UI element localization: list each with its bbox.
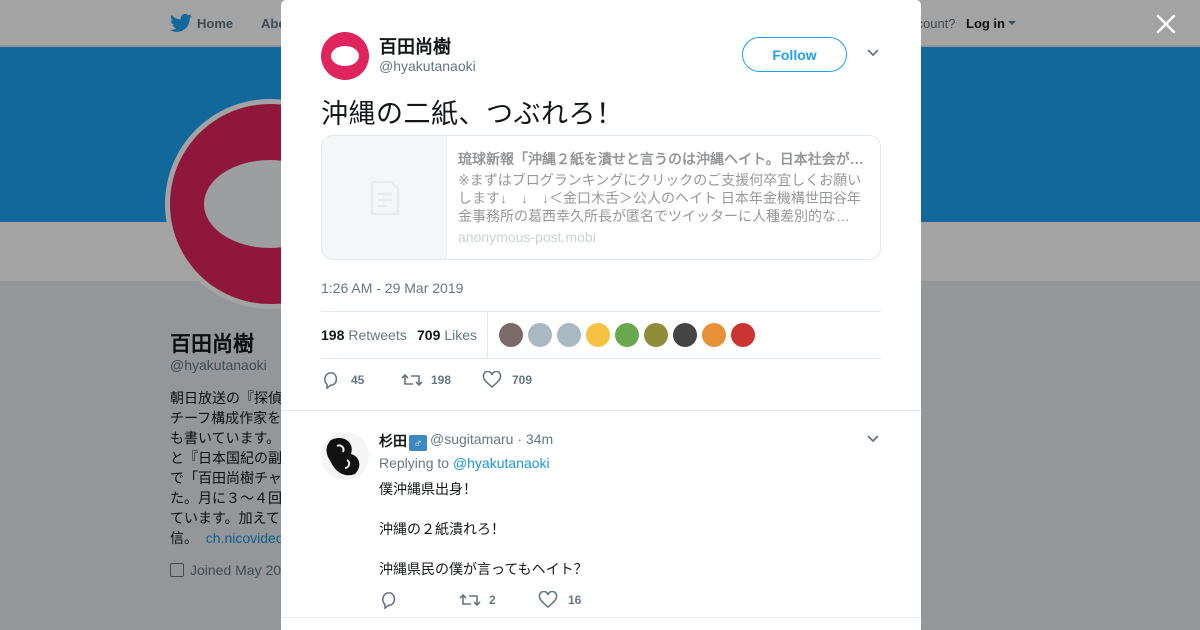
reply-author-name[interactable]: 杉田 ♂ (379, 431, 427, 451)
tweet-author-name[interactable]: 百田尚樹 (379, 33, 451, 59)
reply-icon (324, 372, 338, 389)
stats-divider (487, 312, 488, 358)
card-thumbnail (322, 136, 447, 259)
liker-avatar[interactable] (586, 323, 610, 347)
like-button[interactable]: 16 (538, 590, 598, 610)
section-divider (281, 617, 921, 618)
reply-button[interactable]: 45 (321, 370, 381, 390)
reply-author-avatar[interactable] (321, 432, 369, 480)
retweet-button[interactable]: 2 (459, 590, 519, 610)
liker-avatar[interactable] (557, 323, 581, 347)
chevron-down-icon[interactable] (866, 48, 880, 58)
liker-avatar[interactable] (702, 323, 726, 347)
reply-text-line: 沖縄の２紙潰れろ！ (379, 521, 505, 537)
card-description: ※まずはブログランキングにクリックのご支援何卒宜しくお願いします↓ ↓ ↓＜金口… (458, 172, 862, 224)
tweet-actions: 45 198 709 (321, 370, 881, 390)
retweet-icon (401, 373, 423, 387)
section-divider (281, 410, 921, 411)
retweet-icon (459, 593, 481, 607)
heart-icon (482, 371, 502, 389)
heart-icon (538, 591, 558, 609)
card-domain: anonymous-post.mobi (458, 229, 596, 245)
like-button[interactable]: 709 (482, 370, 552, 390)
liker-avatar[interactable] (731, 323, 755, 347)
replying-to: Replying to @hyakutanaoki (379, 455, 550, 471)
tweet-permalink-modal: 百田尚樹 @hyakutanaoki Follow 沖縄の二紙、つぶれろ！ 琉球… (281, 0, 921, 630)
tweet-author-handle[interactable]: @hyakutanaoki (379, 58, 476, 74)
reply-icon (382, 592, 396, 609)
avatar-image (321, 432, 369, 480)
male-sign-icon: ♂ (409, 435, 427, 451)
tweet-timestamp[interactable]: 1:26 AM - 29 Mar 2019 (321, 280, 463, 296)
reply-text-line: 僕沖縄県出身！ (379, 481, 477, 497)
tweet-author-avatar[interactable] (321, 32, 369, 80)
tweet-stats: 198 Retweets 709 Likes (321, 311, 881, 359)
replying-to-handle[interactable]: @hyakutanaoki (453, 455, 550, 471)
retweet-button[interactable]: 198 (401, 370, 471, 390)
liker-avatar[interactable] (673, 323, 697, 347)
link-card[interactable]: 琉球新報「沖縄２紙を潰せと言うのは沖縄ヘイト。日本社会が… ※まずはブログランキ… (321, 135, 881, 260)
retweets-stat[interactable]: 198 Retweets (321, 327, 407, 343)
reply-text-line: 沖縄県民の僕が言ってもヘイト？ (379, 561, 588, 577)
likes-stat[interactable]: 709 Likes (417, 327, 477, 343)
card-title: 琉球新報「沖縄２紙を潰せと言うのは沖縄ヘイト。日本社会が… (458, 151, 864, 167)
liker-avatar[interactable] (615, 323, 639, 347)
reply-button[interactable] (379, 590, 409, 610)
liker-avatar[interactable] (644, 323, 668, 347)
close-icon[interactable] (1154, 12, 1178, 36)
liker-avatar[interactable] (528, 323, 552, 347)
chevron-down-icon[interactable] (866, 434, 880, 444)
reply-author-handle[interactable]: @sugitamaru · 34m (430, 431, 553, 447)
follow-button[interactable]: Follow (742, 37, 847, 72)
tweet-text: 沖縄の二紙、つぶれろ！ (321, 99, 624, 130)
liker-avatar[interactable] (499, 323, 523, 347)
document-icon (370, 180, 400, 216)
reply-actions: 2 16 (379, 590, 879, 610)
